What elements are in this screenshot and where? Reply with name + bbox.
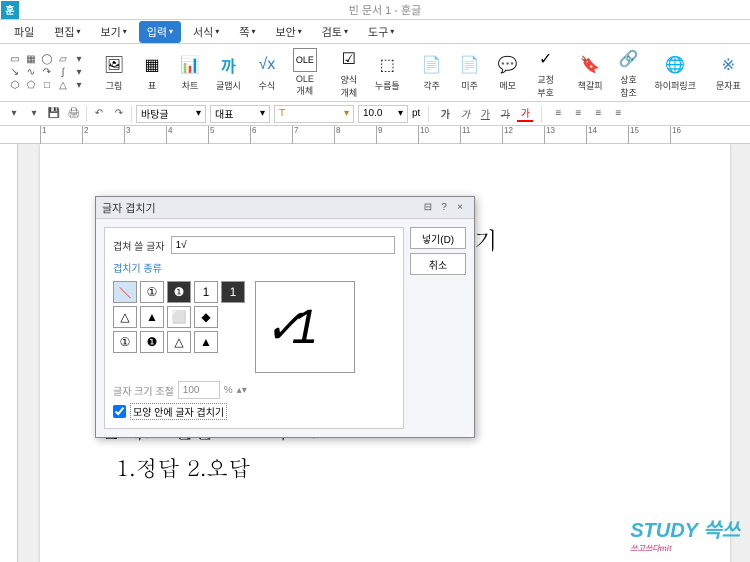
tb-fontsize-select[interactable]: 10.0▾ <box>358 105 408 123</box>
overlap-type-circle[interactable]: ① <box>140 281 164 303</box>
ribbon-ole[interactable]: OLEOLE 개체 <box>287 46 323 99</box>
ribbon-chart[interactable]: 📊차트 <box>172 51 208 94</box>
overlap-type-filled-circle[interactable]: ❶ <box>167 281 191 303</box>
overlap-input[interactable] <box>171 236 395 254</box>
dialog-help-icon[interactable]: ? <box>436 200 452 216</box>
tb-align-center-icon[interactable]: ≡ <box>570 106 586 122</box>
overlap-type-opt4[interactable]: ▲ <box>194 331 218 353</box>
ruler-vertical[interactable] <box>0 144 18 562</box>
dialog-minimize-icon[interactable]: ⊟ <box>420 200 436 216</box>
tb-color[interactable]: 가 <box>517 106 533 122</box>
app-icon: 훈 <box>1 1 19 19</box>
dialog-close-icon[interactable]: × <box>452 200 468 216</box>
doc-text-line3: 1.정답 2.오답 <box>116 452 250 483</box>
overlap-input-label: 겹쳐 쓸 글자 <box>113 238 165 253</box>
ribbon-footnote[interactable]: 📄각주 <box>414 51 450 94</box>
ribbon-hyperlink[interactable]: 🌐하이퍼링크 <box>649 51 702 94</box>
tb-underline[interactable]: 가 <box>477 106 493 122</box>
menu-tools[interactable]: 도구▾ <box>360 21 402 43</box>
tb-strike[interactable]: 가 <box>497 106 513 122</box>
tb-new-icon[interactable]: ▾ <box>6 106 22 122</box>
ribbon-xref[interactable]: 🔗상호 참조 <box>611 45 647 101</box>
tb-rep-select[interactable]: 대표▾ <box>210 105 270 123</box>
overlap-type-filled-square[interactable]: 1 <box>221 281 245 303</box>
dialog-insert-button[interactable]: 넣기(D) <box>410 227 466 249</box>
titlebar: 훈 빈 문서 1 - 훈글 <box>0 0 750 20</box>
ribbon-memo[interactable]: 💬메모 <box>490 51 526 94</box>
size-input[interactable]: 100 <box>178 381 220 399</box>
overlap-type-opt3[interactable]: △ <box>167 331 191 353</box>
overlap-preview: 1 ✓ <box>255 281 355 373</box>
ribbon-bookmark[interactable]: 🔖책갈피 <box>572 51 609 94</box>
ruler-horizontal[interactable]: 12345678910111213141516 <box>0 126 750 144</box>
overlap-type-diamond[interactable]: ⬜ <box>167 306 191 328</box>
overlap-dialog: 글자 겹치기 ⊟ ? × 겹쳐 쓸 글자 겹치기 종류 ＼ ① ❶ 1 1 <box>95 196 475 438</box>
tb-font-select[interactable]: T▾ <box>274 105 354 123</box>
ribbon-endnote[interactable]: 📄미주 <box>452 51 488 94</box>
watermark: STUDY 쓱쓰 쓰고쓰다mit <box>630 514 740 554</box>
overlap-inshape-checkbox[interactable] <box>113 405 126 418</box>
window-title: 빈 문서 1 - 훈글 <box>20 2 750 18</box>
tb-fontunit: pt <box>412 108 420 119</box>
menu-input[interactable]: 입력▾ <box>139 21 181 43</box>
menu-file[interactable]: 파일 <box>6 21 42 43</box>
menu-page[interactable]: 쪽▾ <box>231 21 263 43</box>
menu-view[interactable]: 보기▾ <box>93 21 135 43</box>
ribbon-picture[interactable]: 🖼그림 <box>96 51 132 94</box>
menu-security[interactable]: 보안▾ <box>267 21 309 43</box>
tb-style-select[interactable]: 바탕글▾ <box>136 105 206 123</box>
tb-print-icon[interactable]: 🖨 <box>66 106 82 122</box>
ribbon-textart[interactable]: 까글맵시 <box>210 51 247 94</box>
toolbar-secondary: ▾ ▾ 💾 🖨 ↶ ↷ 바탕글▾ 대표▾ T▾ 10.0▾ pt 가 가 가 가… <box>0 102 750 126</box>
ribbon-proof[interactable]: ✓교정 부호 <box>528 45 564 101</box>
overlap-inshape-label: 모양 안에 글자 겹치기 <box>130 403 227 420</box>
tb-undo-icon[interactable]: ↶ <box>91 106 107 122</box>
ribbon-formula[interactable]: √x수식 <box>249 51 285 94</box>
overlap-type-opt2[interactable]: ❶ <box>140 331 164 353</box>
overlap-type-filled-diamond[interactable]: ◆ <box>194 306 218 328</box>
overlap-section-label: 겹치기 종류 <box>113 260 395 275</box>
overlap-type-triangle[interactable]: △ <box>113 306 137 328</box>
menu-format[interactable]: 서식▾ <box>185 21 227 43</box>
size-unit: % <box>224 385 233 396</box>
tb-align-justify-icon[interactable]: ≡ <box>610 106 626 122</box>
overlap-type-opt1[interactable]: ① <box>113 331 137 353</box>
size-spinner-icon[interactable]: ▴▾ <box>237 385 247 396</box>
menu-review[interactable]: 검토▾ <box>314 21 356 43</box>
overlap-type-filled-triangle[interactable]: ▲ <box>140 306 164 328</box>
dialog-title-text: 글자 겹치기 <box>102 200 156 216</box>
tb-open-icon[interactable]: ▾ <box>26 106 42 122</box>
ribbon-special[interactable]: ※문자표 <box>710 51 747 94</box>
ribbon: ▭▦◯▱▾ ↘∿↷∫▾ ⬡⬠□△▾ 🖼그림 ▦표 📊차트 까글맵시 √x수식 O… <box>0 44 750 102</box>
dialog-cancel-button[interactable]: 취소 <box>410 253 466 275</box>
tb-align-right-icon[interactable]: ≡ <box>590 106 606 122</box>
ribbon-table[interactable]: ▦표 <box>134 51 170 94</box>
tb-bold[interactable]: 가 <box>437 106 453 122</box>
menubar: 파일 편집▾ 보기▾ 입력▾ 서식▾ 쪽▾ 보안▾ 검토▾ 도구▾ <box>0 20 750 44</box>
overlap-type-none[interactable]: ＼ <box>113 281 137 303</box>
tb-italic[interactable]: 가 <box>457 106 473 122</box>
ribbon-section[interactable]: ⬚누름틀 <box>369 51 406 94</box>
menu-edit[interactable]: 편집▾ <box>46 21 88 43</box>
overlap-type-square[interactable]: 1 <box>194 281 218 303</box>
dialog-titlebar[interactable]: 글자 겹치기 ⊟ ? × <box>96 197 474 219</box>
ribbon-form[interactable]: ☑양식 개체 <box>331 45 367 101</box>
tb-save-icon[interactable]: 💾 <box>46 106 62 122</box>
ribbon-shapes-gallery[interactable]: ▭▦◯▱▾ ↘∿↷∫▾ ⬡⬠□△▾ <box>6 52 88 93</box>
tb-align-left-icon[interactable]: ≡ <box>550 106 566 122</box>
tb-redo-icon[interactable]: ↷ <box>111 106 127 122</box>
size-label: 글자 크기 조절 <box>113 383 174 398</box>
